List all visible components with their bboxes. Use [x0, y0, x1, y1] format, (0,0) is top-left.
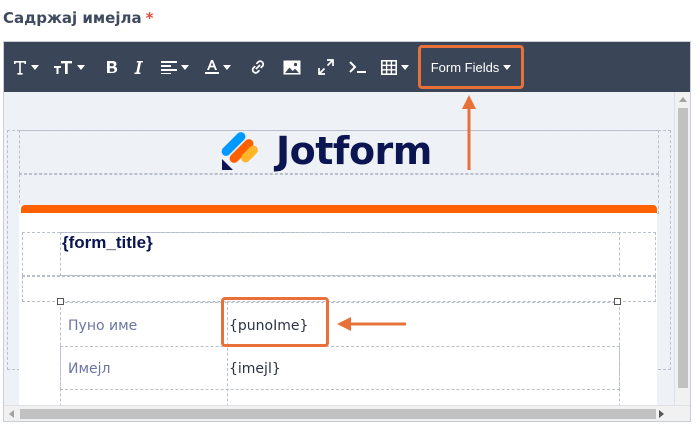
font-color-icon — [205, 59, 219, 75]
horizontal-scrollbar[interactable] — [4, 405, 690, 421]
font-size-button[interactable] — [50, 42, 88, 92]
chevron-down-icon — [401, 64, 409, 70]
image-icon — [283, 60, 301, 75]
scrollbar-thumb[interactable] — [678, 108, 688, 388]
scrollbar-thumb[interactable] — [20, 409, 656, 419]
editor-toolbar: Form Fields — [4, 42, 690, 92]
highlight-box — [221, 297, 329, 347]
link-button[interactable] — [246, 42, 270, 92]
chevron-down-icon — [503, 64, 512, 70]
font-family-button[interactable] — [10, 42, 42, 92]
spacer-row-border — [22, 276, 656, 302]
italic-button[interactable] — [128, 42, 148, 92]
field-row-label: Имејл — [68, 361, 111, 377]
link-icon — [250, 59, 266, 75]
resize-handle[interactable] — [614, 298, 621, 305]
form-fields-button[interactable]: Form Fields — [418, 45, 524, 89]
email-content-editor[interactable]: Form Fields Jotform {form_title} Пуно им… — [3, 41, 691, 422]
form-title-placeholder: {form_title} — [62, 233, 153, 252]
chevron-down-icon — [77, 64, 85, 70]
form-fields-label: Form Fields — [430, 59, 500, 75]
chevron-down-icon — [31, 64, 39, 70]
align-left-icon — [161, 60, 177, 74]
table-icon — [381, 59, 397, 75]
jotform-logo-icon — [221, 132, 258, 170]
fullscreen-button[interactable] — [314, 42, 338, 92]
scroll-up-icon[interactable] — [679, 97, 687, 102]
source-code-button[interactable] — [346, 42, 370, 92]
brand-name: Jotform — [276, 129, 432, 173]
expand-icon — [318, 59, 334, 75]
align-button[interactable] — [158, 42, 192, 92]
chevron-down-icon — [223, 64, 231, 70]
font-color-button[interactable] — [202, 42, 234, 92]
row-divider-border — [60, 346, 620, 390]
field-label-text: Садржај имејла — [3, 9, 142, 27]
field-label: Садржај имејла * — [3, 9, 153, 27]
field-row-value: {imejl} — [229, 361, 281, 377]
text-size-icon — [53, 59, 73, 75]
image-button[interactable] — [280, 42, 304, 92]
chevron-down-icon — [181, 64, 189, 70]
field-row-label: Пуно име — [68, 318, 138, 334]
vertical-scrollbar[interactable] — [674, 92, 690, 407]
brand-accent-bar — [21, 205, 657, 213]
bold-button[interactable] — [102, 42, 122, 92]
text-t-icon — [13, 59, 27, 75]
required-mark: * — [145, 9, 154, 27]
scroll-left-icon[interactable] — [9, 410, 14, 418]
jotform-logo: Jotform — [220, 129, 432, 173]
italic-icon — [133, 60, 143, 75]
terminal-icon — [349, 60, 367, 74]
bold-icon — [106, 60, 118, 75]
resize-handle[interactable] — [57, 298, 64, 305]
scroll-right-icon[interactable] — [659, 410, 664, 418]
table-button[interactable] — [378, 42, 412, 92]
